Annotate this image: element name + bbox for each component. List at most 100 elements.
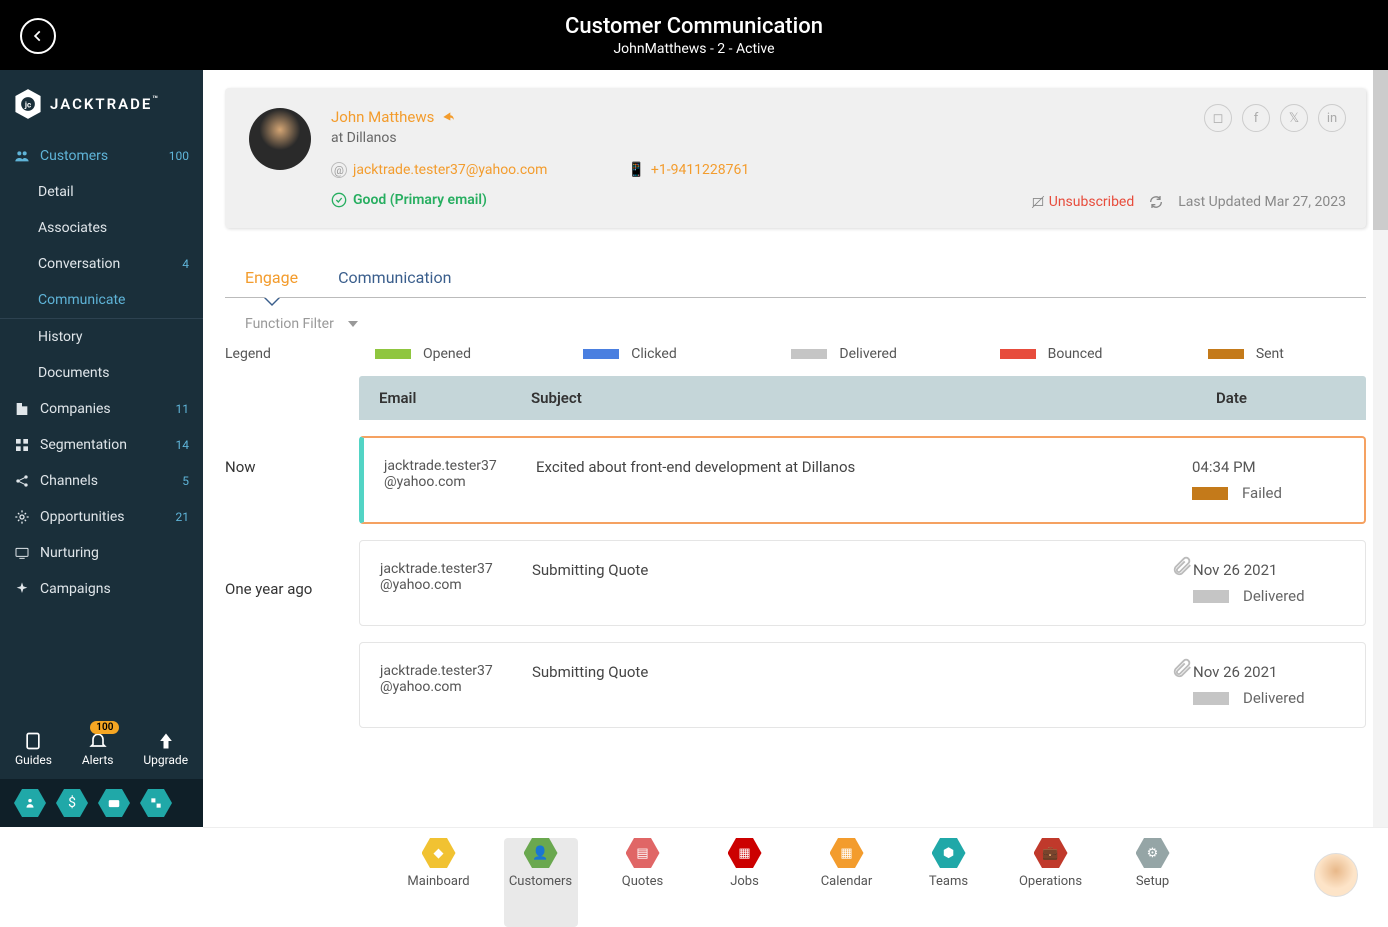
brand[interactable]: jc JACKTRADE™: [0, 70, 203, 138]
instagram-icon[interactable]: ◻: [1204, 104, 1232, 132]
bottom-nav: ◆Mainboard 👤Customers ▤ Quotes ▦Jobs ▦Calenda…: [203, 827, 1388, 927]
linkedin-icon[interactable]: in: [1318, 104, 1346, 132]
bottom-nav-setup[interactable]: ⚙ Setup: [1116, 838, 1190, 927]
email-row[interactable]: jacktrade.tester37@yahoo.comSubmitting Q…: [359, 540, 1366, 626]
table-header: Email Subject Date: [359, 376, 1366, 420]
chevron-left-icon: [31, 29, 45, 43]
sidebar-item-communicate[interactable]: Communicate: [0, 282, 203, 319]
email-address: jacktrade.tester37@yahoo.com: [380, 561, 532, 605]
header-date: Date: [1216, 389, 1346, 407]
sidebar-badge: 4: [182, 257, 189, 271]
tab-engage[interactable]: Engage: [245, 268, 298, 297]
status-swatch: [1193, 590, 1229, 603]
sidebar-item-label: Customers: [40, 148, 108, 164]
sidebar-action-guides[interactable]: Guides: [15, 729, 52, 767]
nav-hex-icon: ⚙: [1136, 838, 1170, 868]
sidebar-badge: 21: [176, 510, 190, 524]
profile-name[interactable]: John Matthews: [331, 108, 1342, 126]
unsubscribe-icon: [1031, 195, 1045, 209]
sidebar-item-opportunities[interactable]: Opportunities21: [0, 499, 203, 535]
nav-label: Quotes: [606, 874, 680, 889]
nav-hex-icon: 👤: [524, 838, 558, 868]
profile-company: at Dillanos: [331, 130, 1342, 146]
sidebar-item-history[interactable]: History: [0, 319, 203, 355]
function-filter-select[interactable]: Function Filter: [245, 316, 1346, 332]
nav-label: Setup: [1116, 874, 1190, 889]
nav-hex-icon: ▦: [830, 838, 864, 868]
bottom-nav-quotes[interactable]: ▤ Quotes: [606, 838, 680, 927]
nav-label: Mainboard: [402, 874, 476, 889]
unsubscribed-status[interactable]: Unsubscribed: [1031, 194, 1135, 210]
sidebar-item-label: History: [38, 329, 83, 345]
action-label: Guides: [15, 753, 52, 767]
sidebar-item-label: Documents: [38, 365, 109, 381]
scrollbar[interactable]: [1373, 70, 1388, 827]
sidebar-item-segmentation[interactable]: Segmentation14: [0, 427, 203, 463]
email-date: Nov 26 2021: [1193, 663, 1345, 681]
sidebar-item-customers[interactable]: Customers100: [0, 138, 203, 174]
twitter-icon[interactable]: 𝕏: [1280, 104, 1308, 132]
nav-hex-icon: ▦: [728, 838, 762, 868]
check-circle-icon: [331, 192, 347, 208]
bottom-nav-mainboard[interactable]: ◆Mainboard: [402, 838, 476, 927]
bottom-nav-jobs[interactable]: ▦Jobs: [708, 838, 782, 927]
attachment-icon: [1171, 555, 1193, 581]
profile-email[interactable]: @jacktrade.tester37@yahoo.com: [331, 162, 547, 178]
sidebar-item-documents[interactable]: Documents: [0, 355, 203, 391]
legend-item-opened: Opened: [375, 346, 533, 362]
sidebar-item-label: Communicate: [38, 292, 125, 308]
arrow-up-icon: [143, 729, 188, 753]
footer-hex-3[interactable]: [98, 789, 130, 817]
profile-phone[interactable]: 📱+1-9411228761: [627, 162, 749, 178]
sidebar-item-channels[interactable]: Channels5: [0, 463, 203, 499]
email-status: Delivered: [1193, 587, 1345, 605]
legend-label: Clicked: [631, 346, 677, 362]
bottom-nav-teams[interactable]: ⬢Teams: [912, 838, 986, 927]
main-content: John Matthews at Dillanos @jacktrade.tes…: [203, 70, 1388, 827]
footer-hex-1[interactable]: [14, 789, 46, 817]
legend-label: Opened: [423, 346, 471, 362]
sidebar-item-nurturing[interactable]: Nurturing: [0, 535, 203, 571]
refresh-icon[interactable]: [1148, 194, 1164, 210]
footer-hex-2[interactable]: $: [56, 789, 88, 817]
sidebar-item-associates[interactable]: Associates: [0, 210, 203, 246]
legend-item-clicked: Clicked: [583, 346, 741, 362]
page-title: Customer Communication: [0, 14, 1388, 39]
back-button[interactable]: [20, 18, 56, 54]
sidebar-action-alerts[interactable]: Alerts100: [82, 729, 114, 767]
footer-hex-4[interactable]: [140, 789, 172, 817]
sidebar-item-conversation[interactable]: Conversation4: [0, 246, 203, 282]
sidebar-item-label: Companies: [40, 401, 111, 417]
tab-communication[interactable]: Communication: [338, 268, 451, 297]
time-group-label: One year ago: [225, 572, 359, 606]
last-updated: Last Updated Mar 27, 2023: [1178, 194, 1346, 210]
sidebar-footer: $: [0, 779, 203, 827]
email-list: Email Subject Date jacktrade.tester37@ya…: [359, 376, 1366, 728]
nav-hex-icon: 💼: [1034, 838, 1068, 868]
nav-hex-icon: ▤: [626, 838, 660, 868]
share-icon[interactable]: [440, 110, 456, 124]
sidebar-badge: 14: [176, 438, 190, 452]
header-subject: Subject: [531, 389, 1216, 407]
legend-swatch: [791, 349, 827, 359]
bottom-nav-customers[interactable]: 👤Customers: [504, 838, 578, 927]
sidebar-item-detail[interactable]: Detail: [0, 174, 203, 210]
time-column: NowOne year ago: [225, 376, 359, 694]
email-address: jacktrade.tester37@yahoo.com: [380, 663, 532, 707]
legend-item-delivered: Delivered: [791, 346, 949, 362]
sidebar-action-upgrade[interactable]: Upgrade: [143, 729, 188, 767]
sidebar-item-campaigns[interactable]: Campaigns: [0, 571, 203, 607]
facebook-icon[interactable]: f: [1242, 104, 1270, 132]
email-row[interactable]: jacktrade.tester37@yahoo.comSubmitting Q…: [359, 642, 1366, 728]
legend: Legend OpenedClickedDeliveredBouncedSent: [225, 346, 1366, 376]
email-row[interactable]: jacktrade.tester37@yahoo.comExcited abou…: [359, 436, 1366, 524]
alert-badge: 100: [90, 721, 119, 734]
sidebar-item-companies[interactable]: Companies11: [0, 391, 203, 427]
top-header: Customer Communication JohnMatthews - 2 …: [0, 0, 1388, 70]
user-avatar-button[interactable]: [1314, 853, 1358, 897]
bottom-nav-operations[interactable]: 💼Operations: [1014, 838, 1088, 927]
bottom-nav-calendar[interactable]: ▦Calendar: [810, 838, 884, 927]
legend-swatch: [1208, 349, 1244, 359]
scrollbar-thumb[interactable]: [1373, 70, 1388, 230]
attachment-icon: [1171, 657, 1193, 683]
